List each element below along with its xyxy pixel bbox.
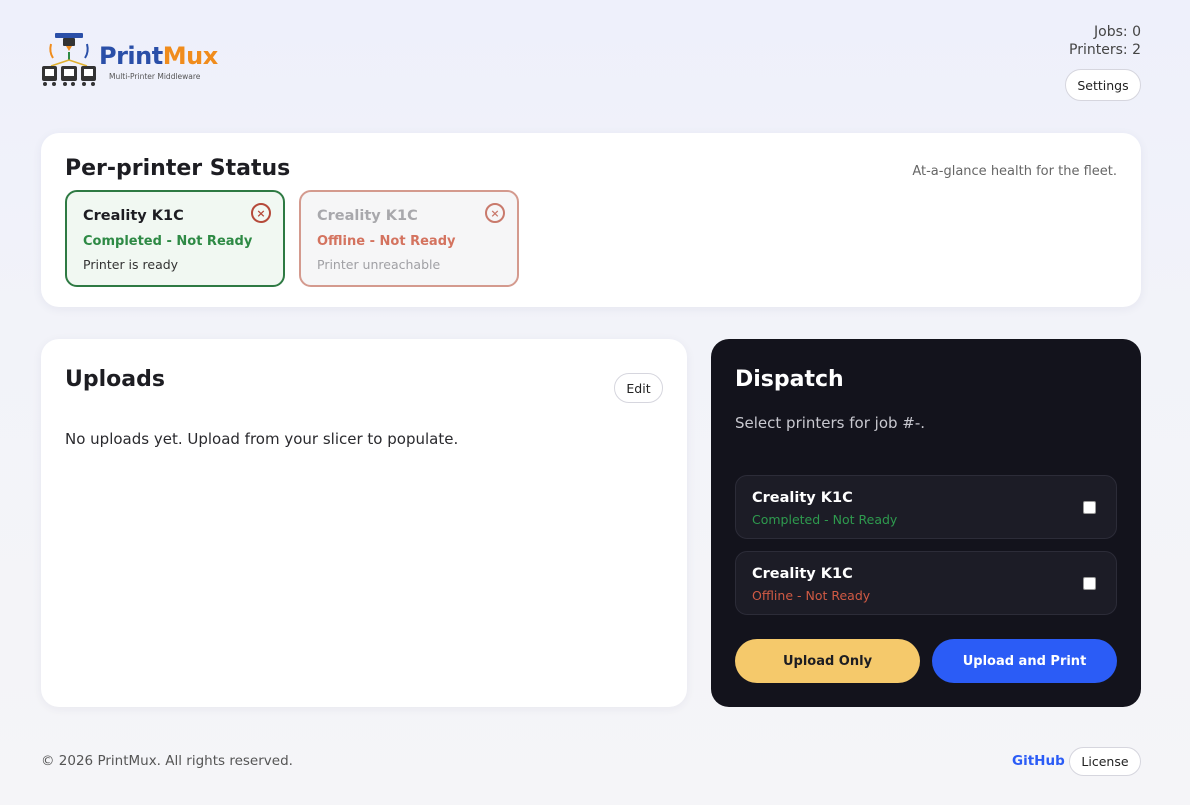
printer-name: Creality K1C — [317, 208, 418, 224]
printer-status-card: Per-printer Status At-a-glance health fo… — [41, 133, 1141, 307]
dispatch-printer-state: Completed - Not Ready — [752, 512, 898, 527]
dispatch-printer-name: Creality K1C — [752, 566, 853, 582]
settings-button[interactable]: Settings — [1065, 69, 1141, 101]
printer-state: Completed - Not Ready — [83, 234, 253, 249]
printer-select-checkbox[interactable] — [1083, 577, 1096, 590]
license-button[interactable]: License — [1069, 747, 1141, 776]
upload-only-button[interactable]: Upload Only — [735, 639, 920, 683]
status-title: Per-printer Status — [65, 156, 291, 181]
dispatch-printer-row[interactable]: Creality K1C Offline - Not Ready — [735, 551, 1117, 615]
printer-tile[interactable]: Creality K1C Offline - Not Ready Printer… — [299, 190, 519, 287]
edit-button[interactable]: Edit — [614, 373, 663, 403]
fleet-counts: Jobs: 0 Printers: 2 — [1069, 23, 1141, 59]
logo-wordmark-part2: Mux — [162, 42, 218, 70]
app-logo[interactable]: PrintMux Multi-Printer Middleware — [41, 32, 218, 90]
dispatch-printer-row[interactable]: Creality K1C Completed - Not Ready — [735, 475, 1117, 539]
footer-copyright: © 2026 PrintMux. All rights reserved. — [41, 753, 293, 769]
status-subtitle: At-a-glance health for the fleet. — [912, 164, 1117, 179]
upload-and-print-button[interactable]: Upload and Print — [932, 639, 1117, 683]
printer-note: Printer is ready — [83, 257, 179, 272]
printer-select-checkbox[interactable] — [1083, 501, 1096, 514]
printer-state: Offline - Not Ready — [317, 234, 456, 249]
uploads-title: Uploads — [65, 367, 165, 392]
header: PrintMux Multi-Printer Middleware Jobs: … — [41, 20, 1141, 101]
github-link[interactable]: GitHub — [1012, 753, 1065, 769]
uploads-card: Uploads Edit No uploads yet. Upload from… — [41, 339, 687, 707]
dispatch-printer-state: Offline - Not Ready — [752, 588, 871, 603]
logo-wordmark-part1: Print — [99, 42, 163, 70]
printer-note: Printer unreachable — [317, 257, 441, 272]
printer-name: Creality K1C — [83, 208, 184, 224]
logo-wordmark: PrintMux — [99, 42, 218, 70]
jobs-count: Jobs: 0 — [1094, 24, 1141, 40]
dispatch-subtitle: Select printers for job #-. — [735, 414, 926, 432]
dispatch-card: Dispatch Select printers for job #-. Cre… — [711, 339, 1141, 707]
logo-subtitle: Multi-Printer Middleware — [109, 72, 201, 81]
printer-tile[interactable]: Creality K1C Completed - Not Ready Print… — [65, 190, 285, 287]
close-icon[interactable]: × — [251, 203, 271, 223]
dispatch-title: Dispatch — [735, 367, 844, 392]
dispatch-printer-name: Creality K1C — [752, 490, 853, 506]
printers-count: Printers: 2 — [1069, 42, 1141, 58]
printer-fleet-icon — [42, 33, 96, 86]
uploads-empty-message: No uploads yet. Upload from your slicer … — [65, 430, 459, 448]
close-icon[interactable]: × — [485, 203, 505, 223]
